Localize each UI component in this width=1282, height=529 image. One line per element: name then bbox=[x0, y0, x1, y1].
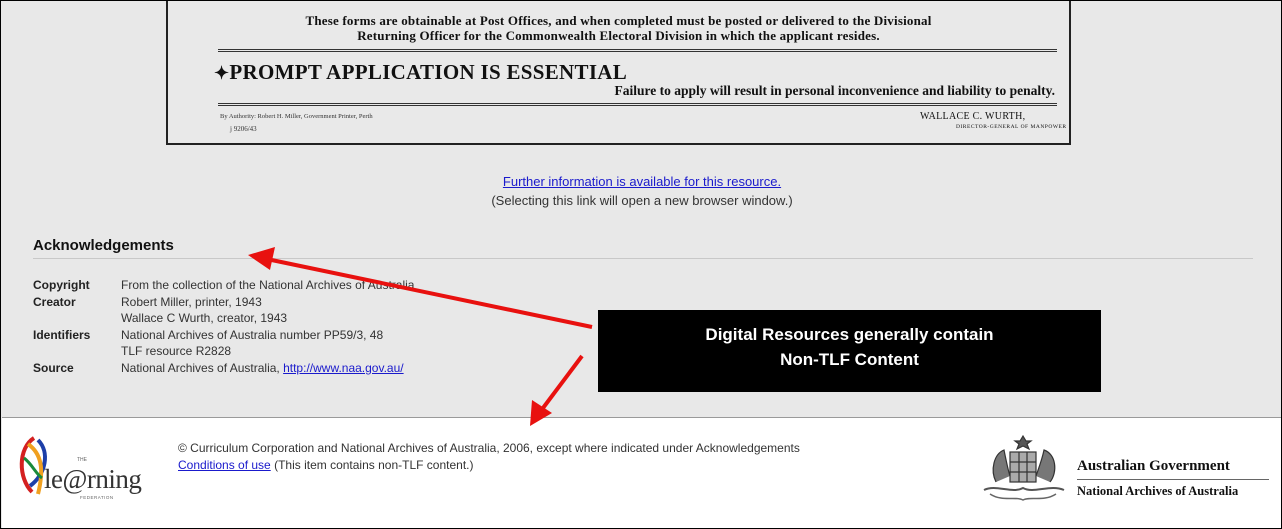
document-reference: j 9206/43 bbox=[230, 125, 257, 133]
document-authority: By Authority: Robert H. Miller, Governme… bbox=[220, 113, 373, 120]
document-prompt-heading: ✦PROMPT APPLICATION IS ESSENTIAL bbox=[214, 60, 628, 84]
ack-source-text: National Archives of Australia, bbox=[121, 361, 284, 375]
ack-label: Source bbox=[33, 361, 74, 375]
document-rule bbox=[218, 103, 1057, 106]
historical-document-image: These forms are obtainable at Post Offic… bbox=[166, 1, 1071, 145]
tlf-logo-top: THE bbox=[77, 457, 87, 463]
tlf-logo[interactable]: THE le@rning FEDERATION bbox=[16, 434, 146, 500]
naa-website-link[interactable]: http://www.naa.gov.au/ bbox=[283, 361, 404, 375]
ack-label: Identifiers bbox=[33, 328, 91, 342]
ack-row-identifiers: Identifiers National Archives of Austral… bbox=[33, 327, 414, 360]
document-rule bbox=[218, 49, 1057, 52]
callout-line-2: Non-TLF Content bbox=[780, 350, 919, 369]
ack-value: National Archives of Australia number PP… bbox=[121, 327, 414, 360]
callout-line-1: Digital Resources generally contain bbox=[705, 325, 994, 344]
further-info-link[interactable]: Further information is available for thi… bbox=[503, 174, 781, 189]
document-text-line-2: Returning Officer for the Commonwealth E… bbox=[357, 28, 880, 43]
document-signatory-title: DIRECTOR-GENERAL OF MANPOWER bbox=[956, 124, 1067, 130]
conditions-of-use-link[interactable]: Conditions of use bbox=[178, 458, 271, 472]
ack-value: National Archives of Australia, http://w… bbox=[121, 360, 414, 377]
national-archives-title: National Archives of Australia bbox=[1077, 484, 1239, 498]
ack-value-line: TLF resource R2828 bbox=[121, 344, 232, 358]
ack-label: Copyright bbox=[33, 278, 90, 292]
ack-value-line: Wallace C Wurth, creator, 1943 bbox=[121, 311, 288, 325]
australian-government-divider bbox=[1077, 479, 1269, 480]
document-signatory: WALLACE C. WURTH, bbox=[920, 111, 1026, 122]
further-info-note: (Selecting this link will open a new bro… bbox=[491, 193, 793, 208]
ack-value: From the collection of the National Arch… bbox=[121, 278, 415, 292]
acknowledgements-heading: Acknowledgements bbox=[33, 237, 174, 254]
copyright-text: © Curriculum Corporation and National Ar… bbox=[178, 441, 800, 455]
acknowledgements-divider bbox=[33, 258, 1253, 259]
footer: THE le@rning FEDERATION © Curriculum Cor… bbox=[2, 417, 1281, 528]
page-frame: These forms are obtainable at Post Offic… bbox=[0, 0, 1282, 529]
further-info-container: Further information is available for thi… bbox=[1, 174, 1281, 189]
document-text-line-1: These forms are obtainable at Post Offic… bbox=[305, 13, 932, 28]
conditions-note: (This item contains non-TLF content.) bbox=[270, 458, 474, 472]
ack-row-copyright: Copyright From the collection of the Nat… bbox=[33, 277, 414, 294]
australian-government-title: Australian Government bbox=[1077, 458, 1230, 474]
tlf-logo-word: le@rning bbox=[44, 464, 142, 494]
ack-value: Robert Miller, printer, 1943 Wallace C W… bbox=[121, 294, 414, 327]
ack-row-source: Source National Archives of Australia, h… bbox=[33, 360, 414, 377]
acknowledgements-table: Copyright From the collection of the Nat… bbox=[33, 277, 414, 377]
annotation-callout: Digital Resources generally contain Non-… bbox=[598, 310, 1101, 392]
document-failure-text: Failure to apply will result in personal… bbox=[614, 83, 1055, 98]
ack-value-line: National Archives of Australia number PP… bbox=[121, 328, 384, 342]
commonwealth-crest-icon[interactable] bbox=[976, 432, 1071, 508]
conditions-line: Conditions of use (This item contains no… bbox=[178, 458, 473, 472]
ack-value-line: Robert Miller, printer, 1943 bbox=[121, 295, 262, 309]
ack-label: Creator bbox=[33, 295, 76, 309]
tlf-logo-bottom: FEDERATION bbox=[80, 495, 114, 500]
ack-row-creator: Creator Robert Miller, printer, 1943 Wal… bbox=[33, 294, 414, 327]
